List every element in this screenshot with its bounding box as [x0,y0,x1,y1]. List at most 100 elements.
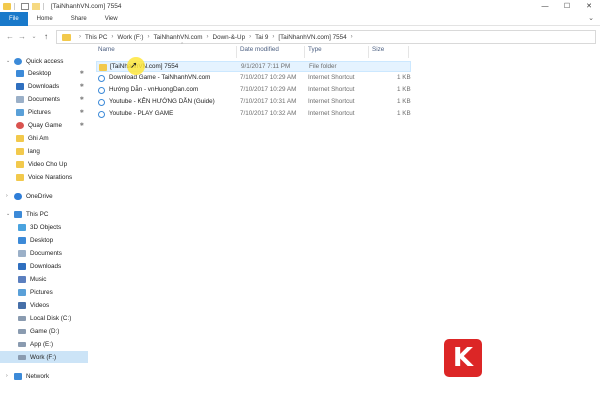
file-row-youtube-guide[interactable]: Youtube - KÊN HƯỚNG DẪN (Guide) 7/10/201… [96,97,411,108]
breadcrumb-work-drive[interactable]: Work (F:) [117,34,143,41]
sidebar-item-downloads[interactable]: Downloads ✱ [0,80,88,92]
file-date: 9/1/2017 7:11 PM [241,63,291,70]
sidebar-item-quay-game[interactable]: Quay Game ✱ [0,119,88,131]
sidebar-item-label: Documents [28,95,60,103]
maximize-button[interactable]: ☐ [556,0,578,12]
chevron-down-icon[interactable]: ⌄ [6,211,10,217]
sidebar-item-voice-narations[interactable]: Voice Narations [0,171,88,183]
sidebar-item-pc-desktop[interactable]: Desktop [0,234,88,246]
drive-icon [18,328,26,334]
pictures-folder-icon [16,108,24,116]
expand-ribbon-icon[interactable]: ⌄ [588,14,594,22]
sidebar-item-work-f[interactable]: Work (F:) [0,351,88,363]
navigation-bar: ← → ⌄ ↑ › This PC › Work (F:) › TaiNhanh… [0,27,600,45]
column-divider[interactable] [304,46,305,58]
pin-icon[interactable]: ✱ [80,70,84,76]
mouse-pointer-icon: ➚ [130,60,138,70]
sidebar-item-pc-documents[interactable]: Documents [0,247,88,259]
sidebar-item-label: Work (F:) [30,353,57,361]
file-size: 1 KB [397,86,411,93]
properties-icon[interactable] [21,2,29,10]
sidebar-item-documents[interactable]: Documents ✱ [0,93,88,105]
sidebar-item-desktop[interactable]: Desktop ✱ [0,67,88,79]
tab-home[interactable]: Home [28,12,62,26]
back-button[interactable]: ← [4,32,16,41]
close-button[interactable]: ✕ [578,0,600,12]
sidebar-item-ghi-am[interactable]: Ghi Am [0,132,88,144]
chevron-right-icon[interactable]: › [6,193,8,199]
sidebar-item-video-cho-up[interactable]: Video Cho Up [0,158,88,170]
sidebar-item-pc-downloads[interactable]: Downloads [0,260,88,272]
window-title: [TaiNhanhVN.com] 7554 [51,2,122,10]
sidebar-item-pc-pictures[interactable]: Pictures [0,286,88,298]
sidebar-item-label: This PC [26,210,49,218]
file-row-download-game[interactable]: Download Game - TaiNhanhVN.com 7/10/2017… [96,73,411,84]
tab-view[interactable]: View [96,12,127,26]
breadcrumb-tai-9[interactable]: Tai 9 [255,34,268,41]
chevron-right-icon[interactable]: › [6,373,8,379]
forward-button[interactable]: → [16,32,28,41]
sidebar-item-label: Desktop [28,69,52,77]
column-header-date[interactable]: Date modified [240,46,279,58]
folder-icon [16,173,24,181]
internet-shortcut-icon [98,75,105,82]
sidebar-item-label: Ghi Am [28,134,49,142]
file-size: 1 KB [397,98,411,105]
new-folder-icon[interactable] [32,2,40,10]
videos-folder-icon [18,301,26,309]
column-header-name[interactable]: Name [98,46,115,58]
sidebar-item-music[interactable]: Music [0,273,88,285]
file-type: Internet Shortcut [308,74,355,81]
sidebar-item-this-pc[interactable]: ⌄ This PC [0,208,88,220]
file-row-youtube-play-game[interactable]: Youtube - PLAY GAME 7/10/2017 10:32 AM I… [96,109,411,120]
breadcrumb-this-pc[interactable]: This PC [85,34,107,41]
sidebar-item-network[interactable]: › Network [0,370,88,382]
address-bar[interactable]: › This PC › Work (F:) › TaiNhanhVN.com ›… [56,30,596,44]
breadcrumb-down-up[interactable]: Down-&-Up [213,34,246,41]
chevron-down-icon[interactable]: ⌄ [6,58,10,64]
sidebar-item-quick-access[interactable]: ⌄ Quick access [0,55,88,67]
sidebar-item-3d-objects[interactable]: 3D Objects [0,221,88,233]
logo-text: KASHI [490,343,582,373]
sidebar-item-label: Network [26,372,50,380]
pin-icon[interactable]: ✱ [80,122,84,128]
drive-icon [18,315,26,321]
file-type: File folder [309,63,337,70]
downloads-folder-icon [18,262,26,270]
column-divider[interactable] [408,46,409,58]
network-icon [14,372,22,380]
sidebar-item-game-d[interactable]: Game (D:) [0,325,88,337]
sidebar-item-local-disk-c[interactable]: Local Disk (C:) [0,312,88,324]
sidebar-item-label: lang [28,147,40,155]
column-header-size[interactable]: Size [372,46,384,58]
up-button[interactable]: ↑ [40,32,52,41]
internet-shortcut-icon [98,87,105,94]
file-row-huong-dan[interactable]: Hướng Dẫn - vnHuongDan.com 7/10/2017 10:… [96,85,411,96]
sidebar-item-onedrive[interactable]: › OneDrive [0,190,88,202]
star-icon [14,57,22,65]
logo-mark: K [444,339,482,377]
file-type: Internet Shortcut [308,98,355,105]
recent-locations-button[interactable]: ⌄ [28,33,40,40]
tab-share[interactable]: Share [62,12,96,26]
pin-icon[interactable]: ✱ [80,109,84,115]
sidebar-item-videos[interactable]: Videos [0,299,88,311]
column-header-type[interactable]: Type [308,46,322,58]
breadcrumb-tainhanhvn[interactable]: TaiNhanhVN.com [154,34,203,41]
pin-icon[interactable]: ✱ [80,83,84,89]
sidebar-item-label: Local Disk (C:) [30,314,72,322]
tab-file[interactable]: File [0,11,28,26]
breadcrumb-current-folder[interactable]: [TaiNhanhVN.com] 7554 [278,34,346,41]
column-divider[interactable] [236,46,237,58]
pin-icon[interactable]: ✱ [80,96,84,102]
file-date: 7/10/2017 10:32 AM [240,110,297,117]
file-date: 7/10/2017 10:29 AM [240,74,297,81]
downloads-folder-icon [16,82,24,90]
sidebar-item-pictures[interactable]: Pictures ✱ [0,106,88,118]
folder-icon [16,134,24,142]
column-divider[interactable] [368,46,369,58]
sidebar-item-app-e[interactable]: App (E:) [0,338,88,350]
sidebar-item-lang[interactable]: lang [0,145,88,157]
file-name: Youtube - PLAY GAME [109,110,174,117]
minimize-button[interactable]: — [534,0,556,12]
